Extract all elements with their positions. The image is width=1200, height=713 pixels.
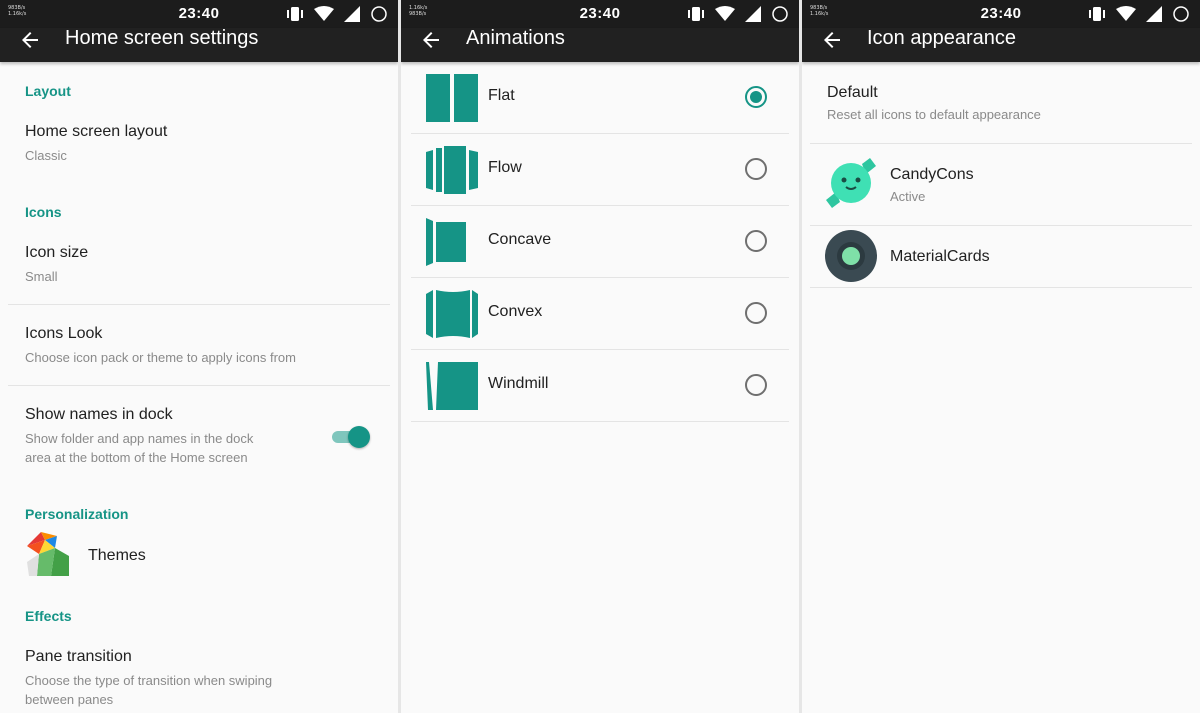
divider (810, 143, 1192, 144)
loading-icon (1173, 6, 1189, 22)
item-subtitle: Classic (25, 148, 67, 163)
item-subtitle: area at the bottom of the Home screen (25, 450, 248, 465)
section-header-icons: Icons (25, 204, 62, 220)
candycons-icon (826, 158, 876, 208)
section-header-layout: Layout (25, 83, 71, 99)
animation-option-flow[interactable]: Flow (411, 134, 789, 206)
item-title: Show names in dock (25, 406, 173, 423)
vibrate-icon (287, 7, 303, 21)
animations-screen: 1.16k/s 983B/s 23:40 Animations Flat Flow (401, 0, 799, 713)
home-screen-settings-screen: 983B/s 1.16k/s 23:40 Home screen settings… (0, 0, 398, 713)
item-subtitle: Small (25, 269, 58, 284)
animation-option-flat[interactable]: Flat (411, 62, 789, 134)
signal-icon (1146, 6, 1162, 22)
option-label: Convex (488, 303, 543, 320)
item-subtitle: between panes (25, 692, 114, 707)
item-subtitle: Choose the type of transition when swipi… (25, 673, 273, 688)
animation-options-list: Flat Flow Concave Convex Windmill (401, 62, 799, 713)
divider (411, 421, 789, 422)
radio-unselected[interactable] (745, 374, 767, 396)
item-title: Themes (88, 547, 146, 564)
section-header-personalization: Personalization (25, 506, 129, 522)
status-bar: 1.16k/s 983B/s 23:40 (401, 0, 799, 28)
divider (810, 225, 1192, 226)
app-bar: Animations (401, 27, 799, 62)
page-title: Animations (466, 27, 565, 49)
divider (8, 385, 390, 386)
signal-icon (745, 6, 761, 22)
icon-appearance-screen: 983B/s 1.16k/s 23:40 Icon appearance Defa… (802, 0, 1200, 713)
signal-icon (344, 6, 360, 22)
divider (8, 304, 390, 305)
toggle-thumb (348, 426, 370, 448)
vibrate-icon (1089, 7, 1105, 21)
item-subtitle: Active (890, 189, 926, 204)
animation-option-convex[interactable]: Convex (411, 278, 789, 350)
page-title: Home screen settings (65, 27, 259, 49)
back-arrow-icon[interactable] (820, 28, 844, 52)
item-title: Icons Look (25, 325, 103, 342)
app-bar: Icon appearance (802, 27, 1200, 62)
flow-preview-icon (426, 146, 478, 194)
icon-pack-list: Default Reset all icons to default appea… (802, 62, 1200, 713)
item-title: Home screen layout (25, 123, 168, 140)
settings-list: Layout Home screen layout Classic Icons … (0, 62, 398, 713)
item-title: CandyCons (890, 166, 974, 183)
item-subtitle: Reset all icons to default appearance (827, 107, 1041, 122)
vibrate-icon (688, 7, 704, 21)
show-names-toggle[interactable] (330, 425, 370, 449)
divider (810, 287, 1192, 288)
convex-preview-icon (426, 290, 478, 338)
back-arrow-icon[interactable] (18, 28, 42, 52)
item-title: Icon size (25, 244, 89, 261)
section-header-effects: Effects (25, 608, 72, 624)
materialcards-icon (825, 230, 877, 282)
themes-icon (27, 532, 69, 576)
item-title: Pane transition (25, 648, 132, 665)
item-subtitle: Show folder and app names in the dock (25, 431, 254, 446)
radio-unselected[interactable] (745, 230, 767, 252)
wifi-icon (314, 6, 334, 21)
flat-preview-icon (426, 74, 478, 122)
animation-option-concave[interactable]: Concave (411, 206, 789, 278)
item-title: MaterialCards (890, 248, 990, 265)
status-icons (286, 5, 388, 23)
radio-unselected[interactable] (745, 302, 767, 324)
option-label: Flat (488, 87, 515, 104)
radio-unselected[interactable] (745, 158, 767, 180)
item-subtitle: Choose icon pack or theme to apply icons… (25, 350, 296, 365)
loading-icon (772, 6, 788, 22)
status-icons (687, 5, 789, 23)
radio-selected[interactable] (745, 86, 767, 108)
option-label: Windmill (488, 375, 549, 392)
page-title: Icon appearance (867, 27, 1017, 49)
app-bar: Home screen settings (0, 27, 398, 62)
option-label: Concave (488, 231, 552, 248)
loading-icon (371, 6, 387, 22)
back-arrow-icon[interactable] (419, 28, 443, 52)
option-label: Flow (488, 159, 522, 176)
windmill-preview-icon (426, 362, 478, 410)
status-icons (1088, 5, 1190, 23)
concave-preview-icon (426, 218, 466, 266)
wifi-icon (1116, 6, 1136, 21)
animation-option-windmill[interactable]: Windmill (411, 350, 789, 422)
item-title: Default (827, 84, 878, 101)
wifi-icon (715, 6, 735, 21)
